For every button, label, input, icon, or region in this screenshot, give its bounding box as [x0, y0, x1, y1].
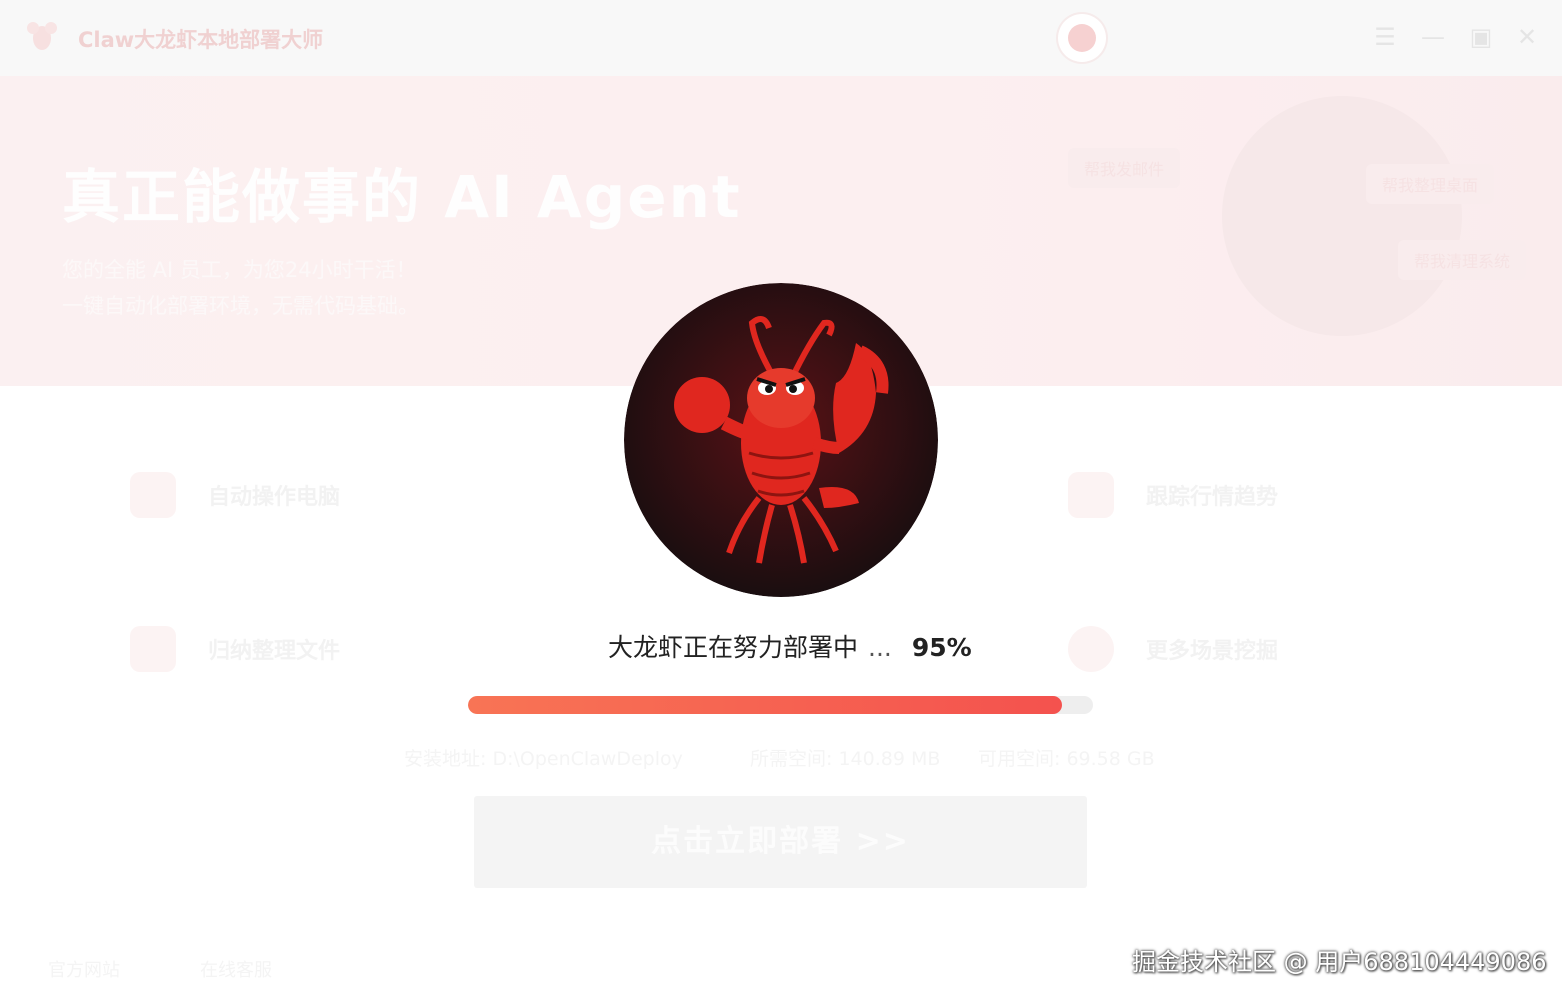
deploy-status: 大龙虾正在努力部署中 ... 95% — [608, 628, 972, 664]
lobster-mascot-image — [624, 283, 938, 597]
deploy-status-ellipsis: ... — [868, 633, 892, 662]
loading-overlay: 大龙虾正在努力部署中 ... 95% — [0, 0, 1562, 999]
watermark: 掘金技术社区 @ 用户688104449086 — [1132, 948, 1547, 976]
deploy-status-text: 大龙虾正在努力部署中 — [608, 633, 859, 662]
deploy-progress-fill — [468, 696, 1062, 714]
app-window: Claw大龙虾本地部署大师 ☰ — ▣ ✕ 真正能做事的 AI Agent 您的… — [0, 0, 1562, 999]
deploy-progress-bar — [468, 696, 1093, 714]
deploy-progress-percent: 95% — [911, 633, 972, 662]
